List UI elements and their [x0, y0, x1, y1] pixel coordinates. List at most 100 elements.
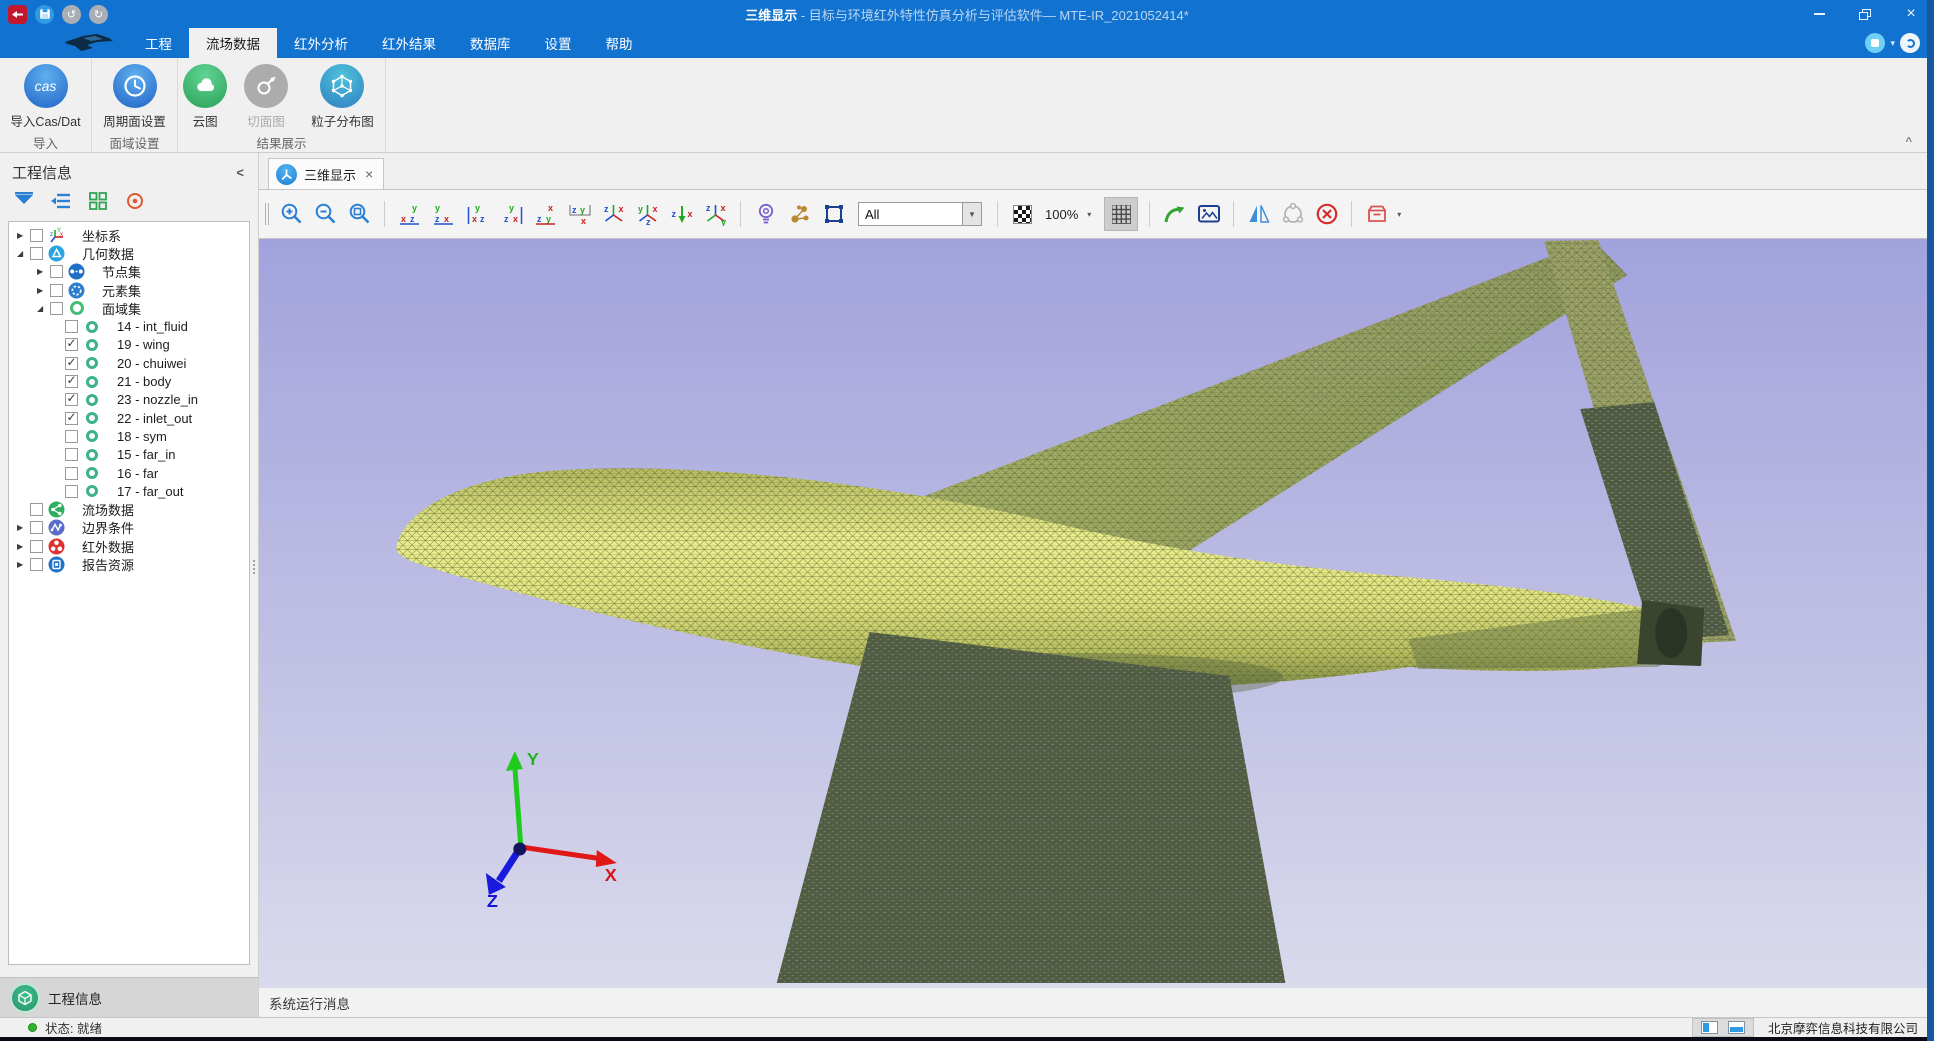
splitter-handle[interactable] [253, 558, 256, 576]
periodic-surface-settings-button[interactable]: 周期面设置 [94, 62, 175, 130]
checkbox[interactable] [65, 357, 78, 370]
checkbox[interactable] [30, 558, 43, 571]
menu-item-database[interactable]: 数据库 [453, 28, 528, 58]
tree-item-far[interactable]: 16 - far [9, 464, 249, 482]
probe-lamp-button[interactable] [752, 201, 779, 228]
tree-item-nozzle-in[interactable]: 23 - nozzle_in [9, 391, 249, 409]
view-top-button[interactable]: xzy [532, 201, 559, 228]
layout-left-panel-icon[interactable] [1701, 1021, 1718, 1034]
view-bottom-button[interactable]: zyx [566, 201, 593, 228]
toolbox-caret-icon[interactable]: ▾ [1397, 210, 1401, 219]
view-left-button[interactable]: yxz [464, 201, 491, 228]
tree-item-node-set[interactable]: 节点集 [9, 263, 249, 281]
save-button[interactable] [35, 5, 54, 24]
panel-collapse-icon[interactable]: < [236, 165, 244, 180]
viewport-3d[interactable]: Y X Z [259, 239, 1934, 988]
opacity-caret-icon[interactable]: ▾ [1087, 210, 1091, 219]
selection-box-button[interactable] [820, 201, 847, 228]
filter-icon[interactable] [12, 189, 36, 213]
checkbox[interactable] [30, 503, 43, 516]
opacity-value[interactable]: 100% [1045, 207, 1078, 222]
checkbox[interactable] [65, 320, 78, 333]
molecule-button[interactable] [786, 201, 813, 228]
checkbox[interactable] [30, 521, 43, 534]
expander-icon[interactable] [35, 286, 50, 295]
tree-item-inlet-out[interactable]: 22 - inlet_out [9, 409, 249, 427]
zoom-in-button[interactable] [278, 201, 305, 228]
toolbox-button[interactable] [1363, 201, 1390, 228]
menu-item-flow-field-data[interactable]: 流场数据 [189, 28, 277, 58]
tree-item-int-fluid[interactable]: 14 - int_fluid [9, 317, 249, 335]
checkbox[interactable] [30, 247, 43, 260]
menu-item-engineering[interactable]: 工程 [128, 28, 189, 58]
expander-icon[interactable] [15, 231, 30, 240]
expander-icon[interactable] [15, 542, 30, 551]
redo-button[interactable]: ↻ [89, 5, 108, 24]
layout-bottom-panel-icon[interactable] [1728, 1021, 1745, 1034]
tree-item-geometry-data[interactable]: 几何数据 [9, 244, 249, 262]
particle-distribution-button[interactable]: 粒子分布图 [302, 62, 383, 130]
target-icon[interactable] [123, 189, 147, 213]
export-button[interactable] [1161, 201, 1188, 228]
expander-icon[interactable] [15, 523, 30, 532]
view-right-button[interactable]: yzx [498, 201, 525, 228]
view-iso-3-button[interactable]: zx [668, 201, 695, 228]
mesh-toggle-button[interactable] [1104, 197, 1138, 231]
tree-item-wing[interactable]: 19 - wing [9, 336, 249, 354]
checkbox[interactable] [30, 540, 43, 553]
mirror-button[interactable] [1245, 201, 1272, 228]
checkbox[interactable] [65, 412, 78, 425]
checkbox[interactable] [50, 302, 63, 315]
maximize-button[interactable] [1842, 0, 1888, 28]
expander-icon[interactable] [35, 304, 50, 313]
expander-icon[interactable] [15, 560, 30, 569]
tree-item-face-set[interactable]: 面域集 [9, 299, 249, 317]
checkbox[interactable] [65, 338, 78, 351]
contour-plot-button[interactable]: 云图 [180, 62, 230, 130]
checkbox[interactable] [65, 430, 78, 443]
checkbox[interactable] [30, 229, 43, 242]
checkbox[interactable] [65, 467, 78, 480]
theme-icon[interactable] [1900, 33, 1920, 53]
checkbox[interactable] [50, 265, 63, 278]
grid-view-icon[interactable] [86, 189, 110, 213]
expander-icon[interactable] [35, 267, 50, 276]
expander-icon[interactable] [15, 249, 30, 258]
tree-item-sym[interactable]: 18 - sym [9, 427, 249, 445]
app-icon[interactable] [8, 5, 27, 24]
tree-item-flow-field-data[interactable]: 流场数据 [9, 500, 249, 518]
tree-item-body[interactable]: 21 - body [9, 372, 249, 390]
menu-item-infrared-results[interactable]: 红外结果 [365, 28, 453, 58]
import-cas-dat-button[interactable]: cas 导入Cas/Dat [3, 62, 89, 130]
surface-filter-combobox[interactable]: All ▼ [858, 202, 982, 226]
tree-item-far-in[interactable]: 15 - far_in [9, 446, 249, 464]
menu-item-help[interactable]: 帮助 [589, 28, 650, 58]
cancel-button[interactable] [1313, 201, 1340, 228]
tree-item-chuiwei[interactable]: 20 - chuiwei [9, 354, 249, 372]
checkbox[interactable] [65, 448, 78, 461]
tab-3d-display[interactable]: 三维显示 × [268, 158, 384, 189]
zoom-fit-button[interactable] [346, 201, 373, 228]
zoom-out-button[interactable] [312, 201, 339, 228]
toolbar-drag-handle[interactable] [265, 203, 269, 225]
checkbox[interactable] [50, 284, 63, 297]
checkbox[interactable] [65, 393, 78, 406]
view-front-button[interactable]: yxz [396, 201, 423, 228]
minimize-button[interactable] [1796, 0, 1842, 28]
combo-dropdown-icon[interactable]: ▼ [962, 203, 981, 225]
view-iso-4-button[interactable]: zxy [702, 201, 729, 228]
ribbon-collapse-icon[interactable]: ^ [1906, 136, 1912, 148]
tree-item-report-resources[interactable]: 报告资源 [9, 555, 249, 573]
outline-list-icon[interactable] [49, 189, 73, 213]
snapshot-button[interactable] [1195, 201, 1222, 228]
undo-button[interactable]: ↺ [62, 5, 81, 24]
view-iso-2-button[interactable]: yxz [634, 201, 661, 228]
checkbox[interactable] [65, 375, 78, 388]
style-switch-icon[interactable] [1865, 33, 1885, 53]
menu-item-settings[interactable]: 设置 [528, 28, 589, 58]
tree-item-infrared-data[interactable]: 红外数据 [9, 537, 249, 555]
checkbox[interactable] [65, 485, 78, 498]
tree-item-far-out[interactable]: 17 - far_out [9, 482, 249, 500]
tab-close-icon[interactable]: × [363, 166, 373, 182]
view-iso-1-button[interactable]: zx [600, 201, 627, 228]
